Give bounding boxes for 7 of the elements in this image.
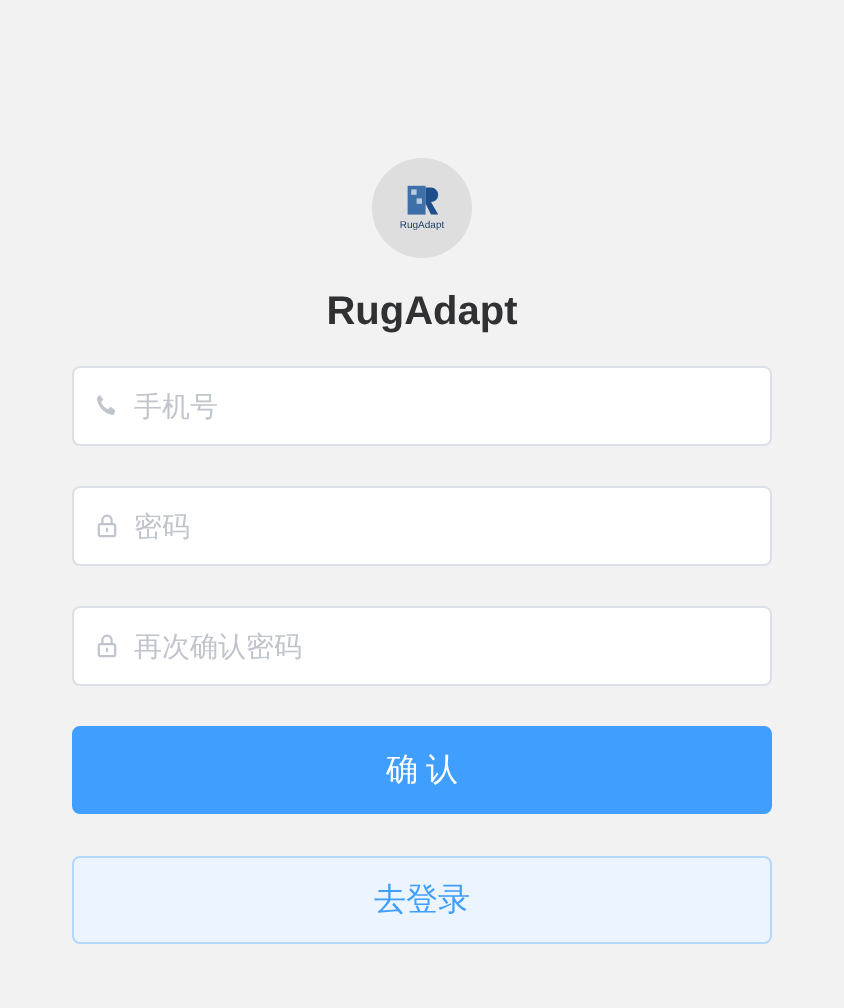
app-title: RugAdapt (326, 288, 518, 338)
phone-field[interactable]: 手机号 (72, 366, 772, 446)
login-button[interactable]: 去登录 (72, 856, 772, 944)
confirm-button[interactable]: 确 认 (72, 726, 772, 814)
password-field[interactable]: 再次确认密码 (72, 606, 772, 686)
logo-icon (404, 184, 440, 220)
password-field[interactable]: 密码 (72, 486, 772, 566)
